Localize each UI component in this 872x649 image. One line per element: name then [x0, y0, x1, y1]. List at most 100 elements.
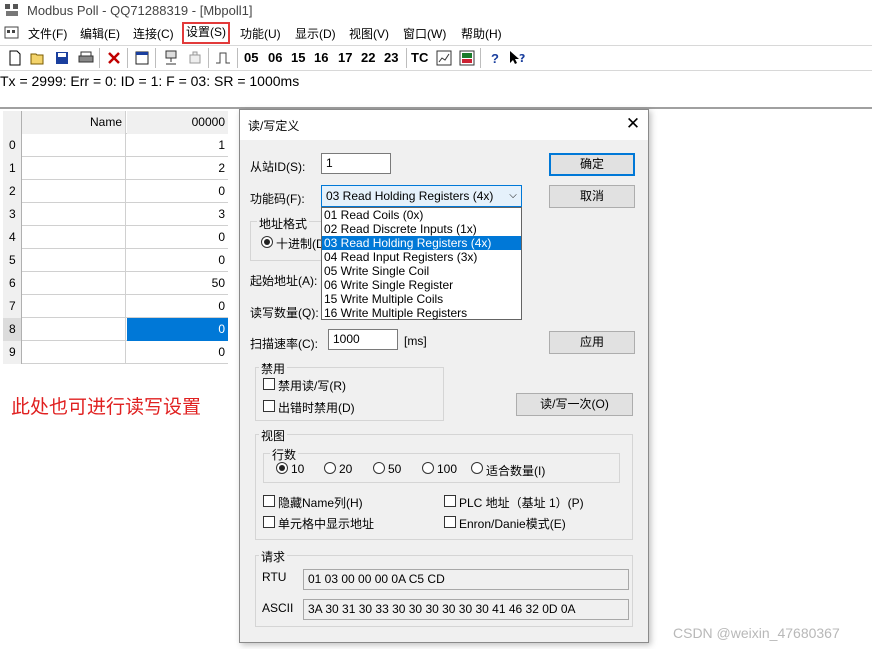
function-17-button[interactable]: 17	[338, 47, 352, 69]
pulse-icon[interactable]	[213, 47, 233, 69]
watermark: CSDN @weixin_47680367	[673, 625, 840, 641]
table-row-selected[interactable]: 8 0	[3, 318, 228, 341]
menu-window[interactable]: 窗口(W)	[401, 24, 448, 44]
rows-100-radio[interactable]	[422, 462, 434, 474]
quantity-label: 读写数量(Q):	[250, 306, 319, 320]
new-icon[interactable]	[5, 47, 25, 69]
function-16-button[interactable]: 16	[314, 47, 328, 69]
name-cell[interactable]	[22, 134, 126, 157]
toolbar-separator	[127, 48, 128, 68]
table-row[interactable]: 7 0	[3, 295, 228, 318]
rows-fit-radio[interactable]	[471, 462, 483, 474]
show-address-in-cell-checkbox[interactable]	[263, 516, 275, 528]
open-icon[interactable]	[28, 47, 48, 69]
table-row[interactable]: 5 0	[3, 249, 228, 272]
value-cell-selected[interactable]: 0	[127, 318, 228, 341]
dialog-title-bar	[240, 110, 648, 140]
grid-header-value: 00000	[127, 111, 228, 134]
plc-address-label: PLC 地址（基址 1）(P)	[459, 496, 584, 510]
function-22-button[interactable]: 22	[361, 47, 375, 69]
function-option[interactable]: 05 Write Single Coil	[322, 264, 521, 278]
name-cell[interactable]	[22, 226, 126, 249]
value-cell[interactable]: 0	[127, 341, 228, 364]
name-cell[interactable]	[22, 295, 126, 318]
name-cell[interactable]	[22, 318, 126, 341]
disable-rw-checkbox[interactable]	[263, 378, 275, 390]
print-icon[interactable]	[76, 47, 96, 69]
value-cell[interactable]: 1	[127, 134, 228, 157]
window-icon[interactable]	[132, 47, 152, 69]
name-cell[interactable]	[22, 180, 126, 203]
table-row[interactable]: 2 0	[3, 180, 228, 203]
traffic-button[interactable]: TC	[411, 47, 428, 69]
context-help-icon[interactable]: ?	[507, 47, 527, 69]
function-option-selected[interactable]: 03 Read Holding Registers (4x)	[322, 236, 521, 250]
cancel-button[interactable]: 取消	[549, 185, 635, 208]
table-row[interactable]: 0 1	[3, 134, 228, 157]
menu-file[interactable]: 文件(F)	[26, 24, 69, 44]
function-option[interactable]: 06 Write Single Register	[322, 278, 521, 292]
function-option[interactable]: 01 Read Coils (0x)	[322, 208, 521, 222]
grid-corner	[3, 111, 22, 134]
menu-edit[interactable]: 编辑(E)	[78, 24, 122, 44]
table-row[interactable]: 4 0	[3, 226, 228, 249]
value-cell[interactable]: 3	[127, 203, 228, 226]
apply-button[interactable]: 应用	[549, 331, 635, 354]
close-icon[interactable]: ✕	[623, 114, 643, 134]
connect-icon[interactable]	[161, 47, 181, 69]
function-option[interactable]: 04 Read Input Registers (3x)	[322, 250, 521, 264]
chart-icon[interactable]	[434, 47, 454, 69]
decimal-radio[interactable]	[261, 236, 273, 248]
function-option[interactable]: 16 Write Multiple Registers	[322, 306, 521, 320]
name-cell[interactable]	[22, 249, 126, 272]
ok-button[interactable]: 确定	[549, 153, 635, 176]
table-row[interactable]: 1 2	[3, 157, 228, 180]
delete-icon[interactable]	[104, 47, 124, 69]
value-cell[interactable]: 0	[127, 180, 228, 203]
name-cell[interactable]	[22, 272, 126, 295]
function-05-button[interactable]: 05	[244, 47, 258, 69]
value-cell[interactable]: 0	[127, 226, 228, 249]
document-menu-icon[interactable]	[4, 25, 20, 41]
table-row[interactable]: 6 50	[3, 272, 228, 295]
value-cell[interactable]: 0	[127, 249, 228, 272]
monitor-icon[interactable]	[457, 47, 477, 69]
rows-fit-label: 适合数量(I)	[486, 464, 546, 478]
read-write-once-button[interactable]: 读/写一次(O)	[516, 393, 633, 416]
value-cell[interactable]: 0	[127, 295, 228, 318]
disconnect-icon[interactable]	[185, 47, 205, 69]
table-row[interactable]: 3 3	[3, 203, 228, 226]
menu-functions[interactable]: 功能(U)	[238, 24, 283, 44]
name-cell[interactable]	[22, 203, 126, 226]
disable-on-error-checkbox[interactable]	[263, 400, 275, 412]
name-cell[interactable]	[22, 341, 126, 364]
value-cell[interactable]: 50	[127, 272, 228, 295]
hide-name-column-checkbox[interactable]	[263, 495, 275, 507]
grid-header-name: Name	[22, 111, 126, 134]
value-cell[interactable]: 2	[127, 157, 228, 180]
function-option[interactable]: 15 Write Multiple Coils	[322, 292, 521, 306]
menu-setup[interactable]: 设置(S)	[182, 22, 230, 44]
scan-rate-input[interactable]: 1000	[328, 329, 398, 350]
rows-20-radio[interactable]	[324, 462, 336, 474]
name-cell[interactable]	[22, 157, 126, 180]
rows-10-radio[interactable]	[276, 462, 288, 474]
rows-50-radio[interactable]	[373, 462, 385, 474]
save-icon[interactable]	[52, 47, 72, 69]
rows-10-label: 10	[291, 462, 305, 476]
help-icon[interactable]: ?	[485, 47, 505, 69]
function-15-button[interactable]: 15	[291, 47, 305, 69]
chevron-down-icon[interactable]: ⌵	[506, 186, 520, 206]
menu-view[interactable]: 视图(V)	[347, 24, 391, 44]
menu-display[interactable]: 显示(D)	[293, 24, 338, 44]
menu-help[interactable]: 帮助(H)	[459, 24, 504, 44]
enron-mode-checkbox[interactable]	[444, 516, 456, 528]
function-code-select[interactable]: 03 Read Holding Registers (4x)	[321, 185, 522, 207]
slave-id-input[interactable]: 1	[321, 153, 391, 174]
function-06-button[interactable]: 06	[268, 47, 282, 69]
menu-connection[interactable]: 连接(C)	[131, 24, 176, 44]
function-23-button[interactable]: 23	[384, 47, 398, 69]
plc-address-checkbox[interactable]	[444, 495, 456, 507]
table-row[interactable]: 9 0	[3, 341, 228, 364]
function-option[interactable]: 02 Read Discrete Inputs (1x)	[322, 222, 521, 236]
